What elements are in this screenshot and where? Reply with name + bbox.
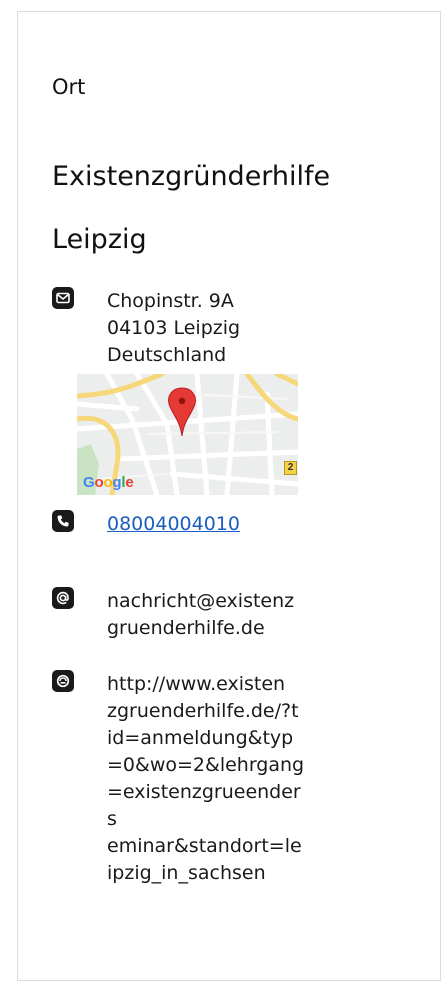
address: Chopinstr. 9A 04103 Leipzig Deutschland xyxy=(107,288,307,369)
website-text[interactable]: http://www.existen zgruenderhilfe.de/?t … xyxy=(107,671,307,887)
address-country: Deutschland xyxy=(107,344,227,366)
location-map[interactable]: Google 2 xyxy=(77,374,298,495)
location-title-line1: Existenzgründerhilfe xyxy=(52,161,331,192)
address-city: 04103 Leipzig xyxy=(107,317,241,339)
phone-link[interactable]: 08004004010 xyxy=(107,511,240,538)
location-title-line2: Leipzig xyxy=(52,224,147,255)
address-street: Chopinstr. 9A xyxy=(107,290,234,312)
section-label: Ort xyxy=(52,75,86,99)
road-badge: 2 xyxy=(284,461,297,475)
envelope-icon xyxy=(52,287,74,309)
globe-link-icon xyxy=(52,670,74,692)
google-attribution: Google xyxy=(83,474,134,491)
email-text: nachricht@existenz gruenderhilfe.de xyxy=(107,590,295,639)
phone-icon xyxy=(52,510,74,532)
at-sign-icon xyxy=(52,587,74,609)
